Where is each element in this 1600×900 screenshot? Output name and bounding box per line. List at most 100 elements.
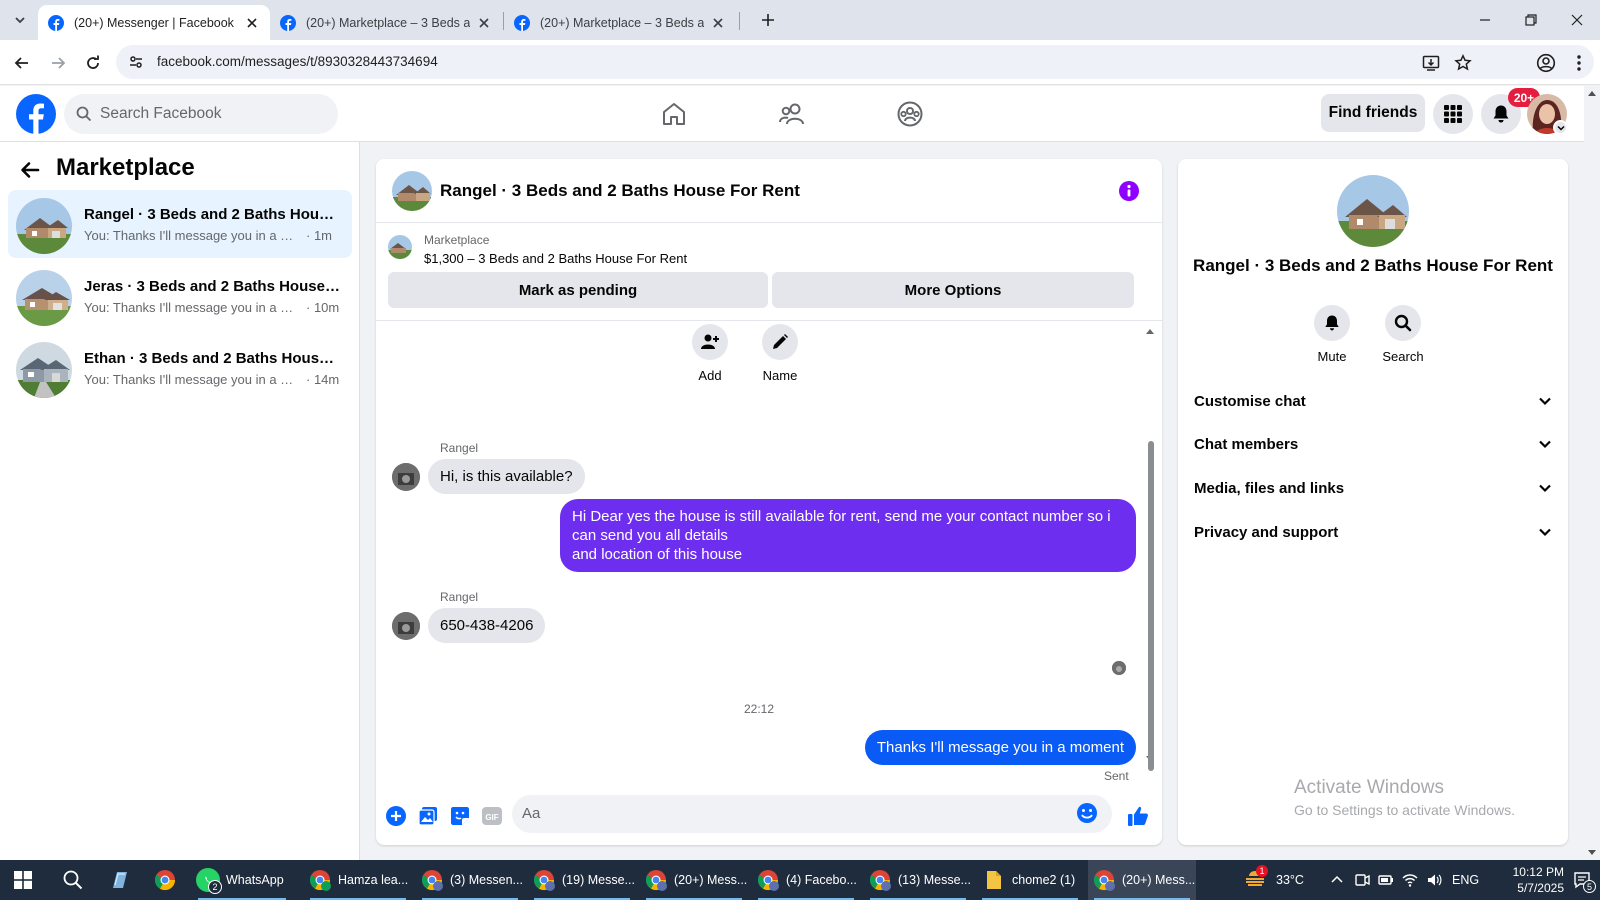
back-arrow-icon[interactable] [20, 160, 40, 180]
facebook-search-input[interactable] [100, 105, 320, 123]
new-tab-button[interactable] [757, 9, 779, 31]
taskbar-item-folder[interactable]: chome2 (1) [976, 860, 1084, 900]
gif-icon[interactable]: GIF [480, 804, 504, 828]
find-friends-button[interactable]: Find friends [1321, 94, 1425, 132]
privacy-support-section[interactable]: Privacy and support [1186, 512, 1560, 552]
tab-marketplace-2[interactable]: (20+) Marketplace – 3 Beds and 2 Baths [504, 5, 736, 40]
sender-avatar[interactable] [392, 612, 420, 640]
notification-center-button[interactable]: 5 [1568, 860, 1596, 900]
system-clock[interactable]: 10:12 PM 5/7/2025 [1488, 864, 1564, 896]
facebook-search-box[interactable] [64, 94, 338, 134]
wifi-icon[interactable] [1402, 872, 1418, 888]
conversation-item[interactable]: Jeras · 3 Beds and 2 Baths House For Ren… [8, 262, 352, 330]
chevron-up-icon[interactable] [1330, 873, 1344, 887]
conversation-item[interactable]: Ethan · 3 Beds and 2 Baths House For Ren… [8, 334, 352, 402]
nav-home[interactable] [658, 98, 690, 130]
close-tab-icon[interactable] [710, 15, 726, 31]
menu-button[interactable] [1433, 94, 1473, 134]
taskbar-item-chrome-window[interactable]: (13) Messe... [864, 860, 972, 900]
taskbar-item-chrome-window[interactable]: (19) Messe... [528, 860, 636, 900]
section-label: Chat members [1194, 435, 1299, 453]
close-window-button[interactable] [1554, 0, 1600, 40]
taskbar-chrome[interactable] [142, 860, 188, 900]
close-tab-icon[interactable] [476, 15, 492, 31]
nav-groups[interactable] [894, 98, 926, 130]
add-person-icon [692, 324, 728, 360]
sticker-icon[interactable] [448, 804, 472, 828]
emoji-icon[interactable] [1076, 802, 1098, 824]
facebook-logo-icon[interactable] [16, 94, 56, 134]
mark-as-pending-button[interactable]: Mark as pending [388, 272, 768, 308]
taskbar-task-view[interactable] [96, 860, 142, 900]
tab-marketplace-1[interactable]: (20+) Marketplace – 3 Beds and 2 Baths [270, 5, 502, 40]
chat-members-section[interactable]: Chat members [1186, 424, 1560, 464]
taskbar-item-chrome-window[interactable]: Hamza lea... [304, 860, 412, 900]
taskbar-item-chrome-window[interactable]: (20+) Mess... [640, 860, 748, 900]
taskbar-search-button[interactable] [50, 860, 96, 900]
start-button[interactable] [0, 860, 46, 900]
listing-thumbnail[interactable] [388, 235, 412, 259]
plus-circle-icon[interactable] [384, 804, 408, 828]
message-input-box[interactable] [512, 795, 1112, 833]
browser-menu-button[interactable] [1566, 50, 1592, 76]
scrollbar-thumb[interactable] [1148, 441, 1154, 771]
nav-friends[interactable] [776, 98, 808, 130]
back-button[interactable] [9, 50, 35, 76]
page-scrollbar[interactable] [1584, 86, 1600, 860]
taskbar-label: Hamza lea... [338, 873, 409, 887]
reload-button[interactable] [80, 50, 106, 76]
volume-icon[interactable] [1426, 872, 1442, 888]
listing-title[interactable]: $1,300 – 3 Beds and 2 Baths House For Re… [424, 251, 687, 266]
account-menu-chevron-icon[interactable] [1553, 120, 1568, 135]
scroll-down-icon [1588, 850, 1596, 855]
name-label: Name [762, 368, 798, 383]
message-bubble-incoming[interactable]: Hi, is this available? [428, 459, 585, 494]
minimize-button[interactable] [1462, 0, 1508, 40]
address-bar[interactable]: facebook.com/messages/t/8930328443734694 [116, 45, 1594, 79]
site-info-icon[interactable] [128, 54, 144, 70]
info-icon[interactable] [1119, 181, 1139, 201]
message-bubble-outgoing[interactable]: Hi Dear yes the house is still available… [560, 499, 1136, 572]
search-action[interactable]: Search [1373, 305, 1433, 364]
message-timestamp: 22:12 [743, 702, 775, 716]
meet-now-icon[interactable] [1354, 872, 1370, 888]
customise-chat-section[interactable]: Customise chat [1186, 381, 1560, 421]
taskbar-badge: 2 [208, 880, 222, 894]
chevron-down-icon [15, 17, 25, 24]
account-circle-icon [1536, 53, 1556, 73]
message-bubble-outgoing[interactable]: Thanks I'll message you in a moment [864, 730, 1136, 765]
install-app-icon[interactable] [1421, 53, 1441, 73]
more-options-button[interactable]: More Options [772, 272, 1134, 308]
battery-icon[interactable] [1378, 872, 1394, 888]
chat-details-avatar[interactable] [1337, 175, 1409, 247]
close-tab-icon[interactable] [244, 15, 260, 31]
mute-action[interactable]: Mute [1302, 305, 1362, 364]
like-thumb-icon[interactable] [1126, 804, 1150, 828]
tab-search-button[interactable] [8, 8, 32, 32]
message-input[interactable] [522, 805, 1062, 822]
taskbar-item-whatsapp[interactable]: 2 WhatsApp [192, 860, 292, 900]
taskbar-item-chrome-window[interactable]: (4) Facebo... [752, 860, 860, 900]
forward-button[interactable] [45, 50, 71, 76]
search-label: Search [1382, 349, 1424, 364]
windows-activation-watermark: Activate Windows Go to Settings to activ… [1294, 777, 1515, 818]
conversation-item[interactable]: Rangel · 3 Beds and 2 Baths House For Re… [8, 190, 352, 258]
reload-icon [87, 55, 99, 69]
media-files-links-section[interactable]: Media, files and links [1186, 468, 1560, 508]
taskbar-item-chrome-window[interactable]: (3) Messen... [416, 860, 524, 900]
chevron-down-icon [1539, 397, 1551, 406]
taskbar-item-chrome-window-active[interactable]: (20+) Mess... [1088, 860, 1196, 900]
preview-time: · 1m [306, 228, 332, 243]
language-indicator[interactable]: ENG [1452, 873, 1479, 887]
tab-messenger[interactable]: (20+) Messenger | Facebook [38, 5, 270, 40]
restore-button[interactable] [1508, 0, 1554, 40]
sender-avatar[interactable] [392, 463, 420, 491]
edit-name-action[interactable]: Name [750, 324, 810, 383]
photo-icon[interactable] [416, 804, 440, 828]
profile-button[interactable] [1533, 50, 1559, 76]
weather-widget[interactable]: 1 33°C [1244, 860, 1304, 900]
message-bubble-incoming[interactable]: 650-438-4206 [428, 608, 546, 643]
add-people-action[interactable]: Add [680, 324, 740, 383]
bookmark-star-icon[interactable] [1453, 53, 1473, 73]
chat-avatar[interactable] [392, 171, 432, 211]
